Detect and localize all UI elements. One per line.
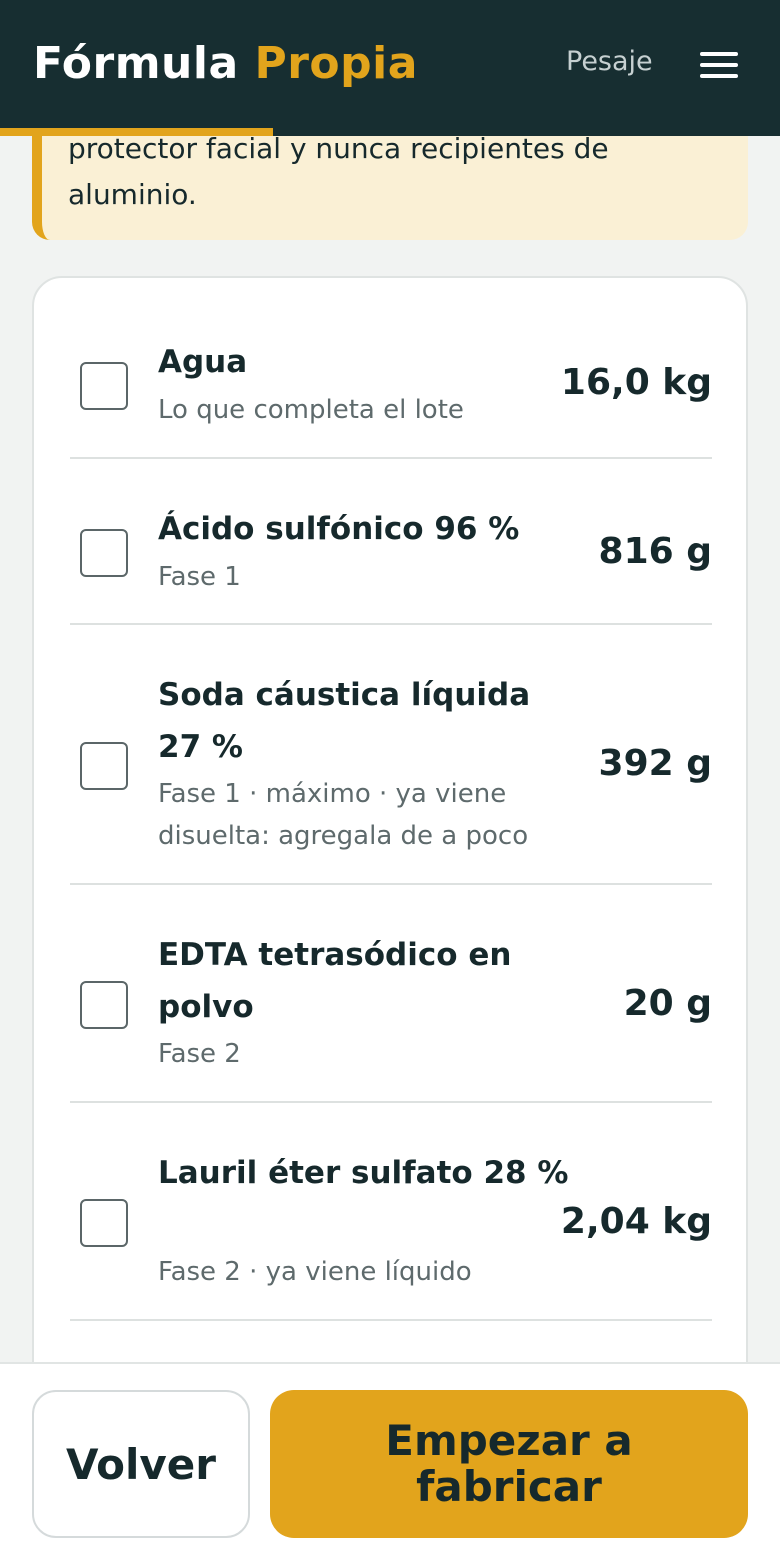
ingredient-note: Fase 2 · ya viene líquido <box>158 1257 472 1287</box>
ingredient-row: Ácido sulfónico 96 % Fase 1 816 g <box>70 459 712 625</box>
hamburger-menu-icon[interactable] <box>700 50 740 80</box>
brand-logo[interactable]: Fórmula Propia <box>33 38 418 89</box>
progress-bar <box>0 128 780 136</box>
ingredient-quantity: 20 g <box>623 983 712 1024</box>
ingredient-checkbox[interactable] <box>80 1199 128 1247</box>
brand-name-accent: Propia <box>254 38 418 89</box>
ingredient-name: EDTA tetrasódico en polvo <box>158 937 512 1025</box>
ingredient-quantity: 16,0 kg <box>560 362 712 403</box>
ingredient-row: Agua Lo que completa el lote 16,0 kg <box>70 278 712 459</box>
ingredient-checkbox[interactable] <box>80 529 128 577</box>
ingredient-quantity: 816 g <box>598 531 712 572</box>
ingredient-checkbox[interactable] <box>80 981 128 1029</box>
ingredient-row: Soda cáustica líquida 27 % Fase 1 · máxi… <box>70 625 712 885</box>
ingredient-name: Lauril éter sulfato 28 % <box>158 1155 569 1191</box>
ingredient-checkbox[interactable] <box>80 742 128 790</box>
ingredient-note: Lo que completa el lote <box>158 395 464 425</box>
footer-actions: Volver Empezar a fabricar <box>0 1362 780 1560</box>
brand-name: Fórmula <box>33 38 239 89</box>
ingredient-checkbox[interactable] <box>80 362 128 410</box>
start-manufacturing-button[interactable]: Empezar a fabricar <box>270 1390 748 1538</box>
progress-bar-fill <box>0 128 273 136</box>
ingredient-name: Ácido sulfónico 96 % <box>158 511 520 547</box>
back-button[interactable]: Volver <box>32 1390 250 1538</box>
safety-warning-text: protector facial y nunca recipientes de … <box>68 132 609 211</box>
app-header: Fórmula Propia Pesaje <box>0 0 780 128</box>
ingredient-name: Agua <box>158 344 248 380</box>
ingredient-name: Soda cáustica líquida 27 % <box>158 677 531 765</box>
ingredient-row: Lauril éter sulfato 28 % Fase 2 · ya vie… <box>70 1103 712 1321</box>
ingredient-quantity: 392 g <box>598 743 712 784</box>
ingredient-note: Fase 1 <box>158 562 241 592</box>
ingredient-quantity: 2,04 kg <box>560 1201 712 1242</box>
ingredient-checklist: Agua Lo que completa el lote 16,0 kg Áci… <box>32 276 748 1476</box>
ingredient-note: Fase 1 · máximo · ya viene disuelta: agr… <box>158 779 529 851</box>
ingredient-note: Fase 2 <box>158 1039 241 1069</box>
ingredient-row: EDTA tetrasódico en polvo Fase 2 20 g <box>70 885 712 1103</box>
nav-link-pesaje[interactable]: Pesaje <box>566 46 653 77</box>
